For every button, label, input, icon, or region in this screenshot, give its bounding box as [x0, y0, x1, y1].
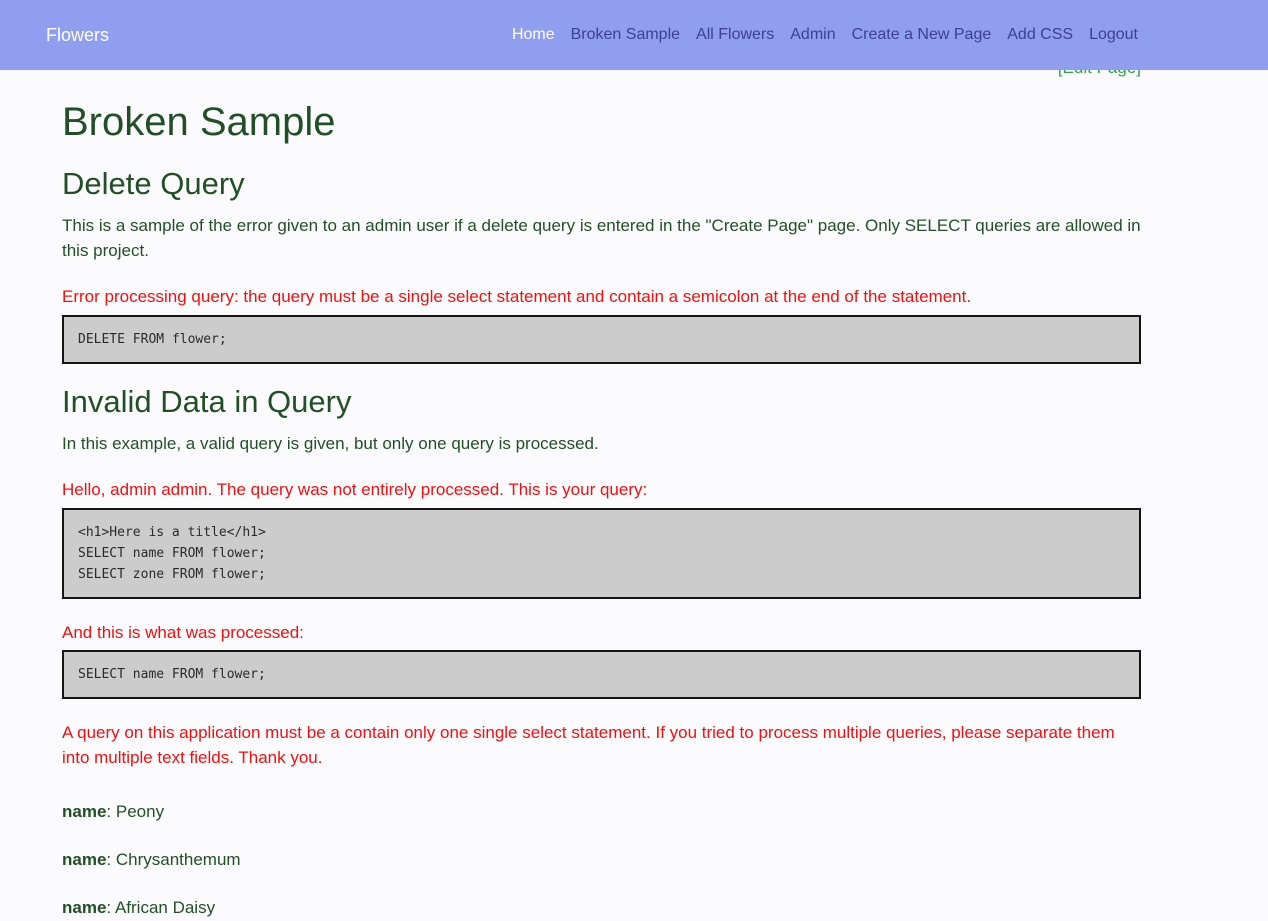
query-results-list: name: Peony name: Chrysanthemum name: Af… [62, 800, 1141, 921]
result-separator: : [106, 898, 115, 917]
page-title: Broken Sample [62, 98, 1141, 146]
result-separator: : [106, 802, 115, 821]
single-select-notice: A query on this application must be a co… [62, 721, 1141, 770]
nav-item-create-new-page[interactable]: Create a New Page [844, 20, 1000, 50]
nav-item-all-flowers[interactable]: All Flowers [688, 20, 782, 50]
nav-item-home[interactable]: Home [504, 20, 563, 50]
invalid-data-description: In this example, a valid query is given,… [62, 432, 1141, 457]
result-row: name: African Daisy [62, 896, 1141, 920]
result-field: name [62, 802, 106, 821]
result-separator: : [106, 850, 115, 869]
result-row: name: Peony [62, 800, 1141, 824]
top-navbar: Flowers Home Broken Sample All Flowers A… [0, 0, 1268, 70]
result-value: African Daisy [115, 898, 215, 917]
nav-item-admin[interactable]: Admin [782, 20, 843, 50]
result-row: name: Chrysanthemum [62, 848, 1141, 872]
processed-label-message: And this is what was processed: [62, 621, 1141, 646]
delete-query-error-message: Error processing query: the query must b… [62, 285, 1141, 310]
result-value: Chrysanthemum [116, 850, 241, 869]
navbar-links: Home Broken Sample All Flowers Admin Cre… [504, 20, 1146, 50]
nav-item-broken-sample[interactable]: Broken Sample [563, 20, 688, 50]
page-body: [Edit Page] Broken Sample Delete Query T… [0, 0, 1268, 921]
delete-query-section: Delete Query This is a sample of the err… [62, 165, 1141, 364]
result-field: name [62, 898, 106, 917]
invalid-data-greeting-message: Hello, admin admin. The query was not en… [62, 478, 1141, 503]
navbar-brand[interactable]: Flowers [46, 25, 109, 46]
result-value: Peony [116, 802, 164, 821]
invalid-data-section: Invalid Data in Query In this example, a… [62, 383, 1141, 921]
processed-query-code-block: SELECT name FROM flower; [62, 650, 1141, 699]
delete-query-code-block: DELETE FROM flower; [62, 315, 1141, 364]
delete-query-description: This is a sample of the error given to a… [62, 214, 1141, 263]
result-field: name [62, 850, 106, 869]
invalid-data-heading: Invalid Data in Query [62, 383, 1141, 420]
submitted-query-code-block: <h1>Here is a title</h1> SELECT name FRO… [62, 508, 1141, 599]
nav-item-logout[interactable]: Logout [1081, 20, 1146, 50]
content-container: [Edit Page] Broken Sample Delete Query T… [62, 58, 1141, 921]
delete-query-heading: Delete Query [62, 165, 1141, 202]
nav-item-add-css[interactable]: Add CSS [999, 20, 1081, 50]
